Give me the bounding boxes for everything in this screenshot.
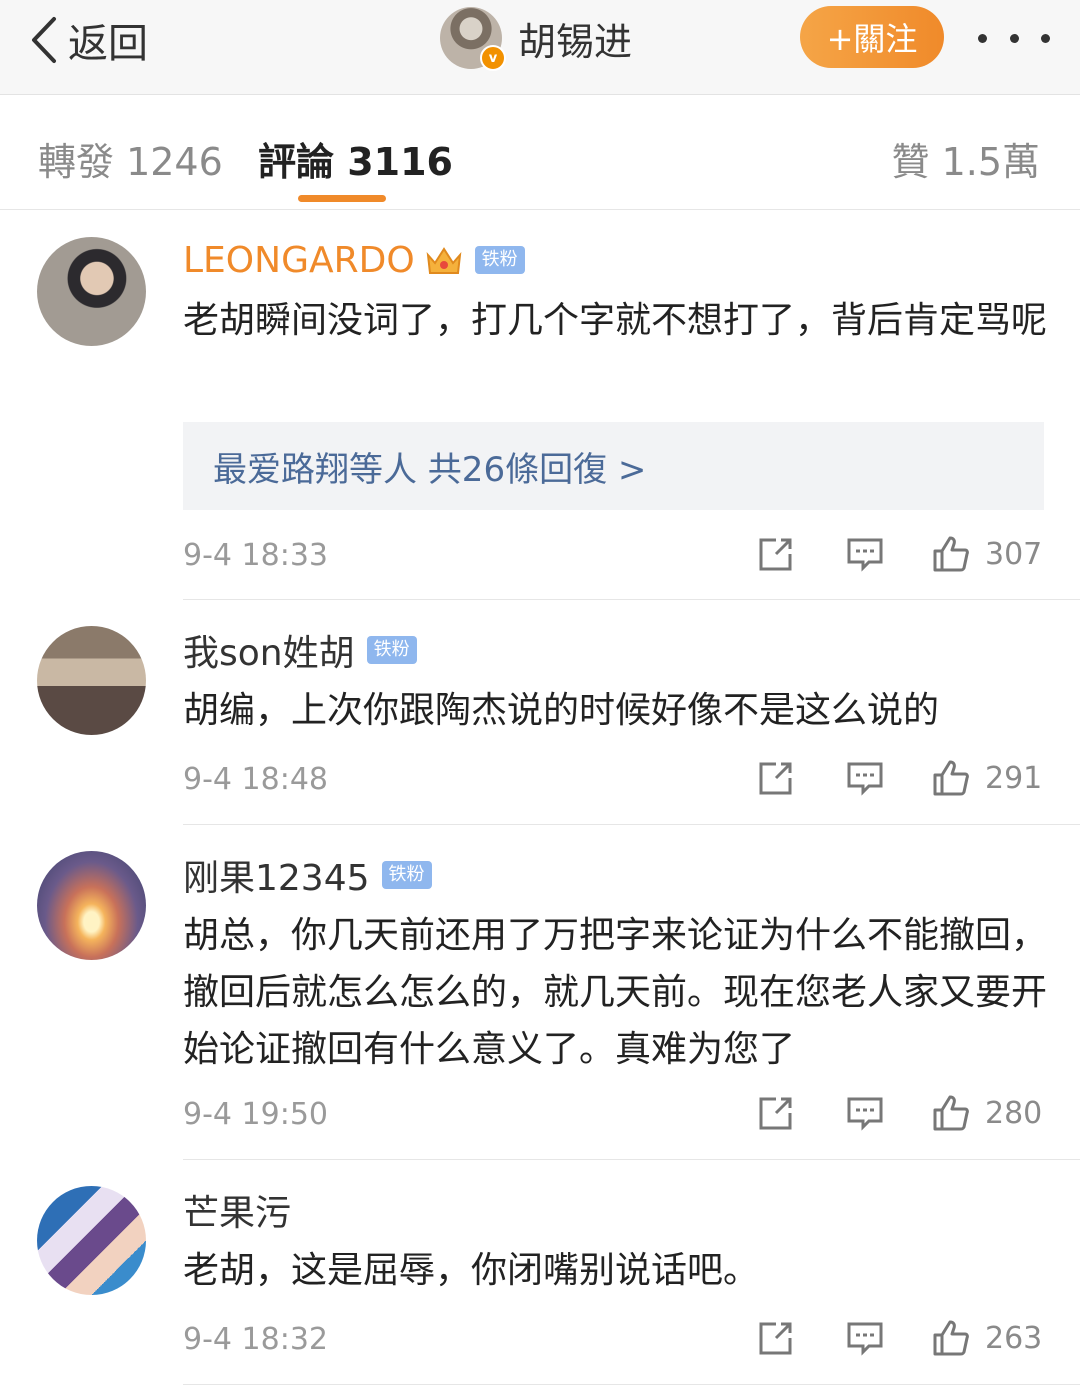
thumbs-up-icon (933, 1320, 969, 1356)
like-count: 307 (985, 536, 1043, 572)
thumbs-up-icon (933, 1095, 969, 1131)
page-title: 胡锡进 (518, 19, 633, 64)
share-button[interactable] (756, 1093, 796, 1137)
tab-bar: 轉發 1246 評論 3116 贊 1.5萬 (0, 95, 1080, 210)
more-options-button[interactable] (978, 16, 1050, 60)
tab-repost[interactable]: 轉發 1246 (38, 131, 223, 186)
comment-text: 胡编，上次你跟陶杰说的时候好像不是这么说的 (183, 690, 940, 731)
comment-icon (847, 1322, 883, 1356)
replies-link[interactable]: 最爱路翔等人 共26條回復 > (183, 422, 1044, 510)
crown-icon (426, 247, 462, 274)
comment-text: 老胡瞬间没词了，打几个字就不想打了，背后肯定骂呢 (183, 300, 1048, 341)
like-button[interactable]: 263 (931, 1318, 1042, 1358)
username-row: 我son姓胡 铁粉 (183, 628, 417, 674)
avatar[interactable] (37, 237, 146, 346)
reply-button[interactable] (845, 534, 885, 578)
divider (183, 824, 1080, 825)
dot-icon (978, 33, 987, 43)
username-row: 刚果12345 铁粉 (183, 853, 432, 899)
tab-comment[interactable]: 評論 3116 (258, 131, 453, 186)
share-icon (759, 1097, 792, 1130)
comment-icon (847, 538, 883, 572)
like-button[interactable]: 280 (931, 1093, 1042, 1133)
avatar[interactable] (37, 851, 146, 960)
comment-icon (847, 762, 883, 796)
tab-like[interactable]: 贊 1.5萬 (891, 131, 1040, 186)
reply-button[interactable] (845, 1318, 885, 1362)
like-count: 263 (985, 1320, 1043, 1356)
username[interactable]: 芒果污 (183, 1184, 291, 1236)
share-button[interactable] (756, 534, 796, 578)
like-count: 280 (985, 1095, 1043, 1131)
profile-header[interactable]: v 胡锡进 (440, 6, 633, 71)
back-label: 返回 (68, 21, 148, 67)
share-icon (759, 538, 792, 571)
fan-badge: 铁粉 (366, 636, 417, 664)
replies-label: 最爱路翔等人 共26條回復 > (213, 449, 647, 490)
username-row: LEONGARDO 铁粉 (183, 238, 525, 282)
divider (183, 1159, 1080, 1160)
reply-button[interactable] (845, 758, 885, 802)
chevron-left-icon (32, 17, 56, 63)
active-tab-indicator (298, 195, 386, 202)
fan-badge: 铁粉 (381, 861, 432, 889)
comment-meta: 9-4 19:50 280 (183, 1093, 1043, 1139)
comment-meta: 9-4 18:32 263 (183, 1318, 1043, 1364)
avatar[interactable] (37, 1186, 146, 1295)
comment-text: 胡总，你几天前还用了万把字来论证为什么不能撤回，撤回后就怎么怎么的，就几天前。现… (183, 915, 1048, 1070)
like-count: 291 (985, 760, 1043, 796)
thumbs-up-icon (933, 760, 969, 796)
timestamp: 9-4 19:50 (183, 1097, 328, 1132)
follow-button[interactable]: +關注 (800, 6, 944, 68)
verified-icon: v (480, 45, 506, 71)
dot-icon (1009, 33, 1019, 43)
like-button[interactable]: 291 (931, 758, 1042, 798)
username-row: 芒果污 (183, 1188, 291, 1234)
avatar[interactable] (37, 626, 146, 735)
username[interactable]: 我son姓胡 (183, 624, 355, 676)
username[interactable]: 刚果12345 (183, 849, 370, 901)
timestamp: 9-4 18:32 (183, 1322, 328, 1357)
comment-meta: 9-4 18:48 291 (183, 758, 1043, 804)
reply-button[interactable] (845, 1093, 885, 1137)
comment-icon (847, 1097, 883, 1131)
comment-text: 老胡，这是屈辱，你闭嘴别说话吧。 (183, 1250, 760, 1291)
fan-badge: 铁粉 (474, 246, 525, 274)
dot-icon (1041, 33, 1050, 43)
comment-meta: 9-4 18:33 307 (183, 534, 1043, 580)
back-button[interactable]: 返回 (28, 12, 148, 68)
thumbs-up-icon (933, 536, 969, 572)
share-button[interactable] (756, 758, 796, 802)
like-button[interactable]: 307 (931, 534, 1042, 574)
timestamp: 9-4 18:48 (183, 762, 328, 797)
top-bar: 返回 v 胡锡进 +關注 (0, 0, 1080, 95)
divider (183, 599, 1080, 600)
share-icon (759, 762, 792, 795)
divider (183, 1384, 1080, 1385)
share-icon (759, 1322, 792, 1355)
profile-avatar[interactable]: v (440, 7, 506, 71)
username[interactable]: LEONGARDO (183, 240, 415, 281)
share-button[interactable] (756, 1318, 796, 1362)
timestamp: 9-4 18:33 (183, 538, 328, 573)
